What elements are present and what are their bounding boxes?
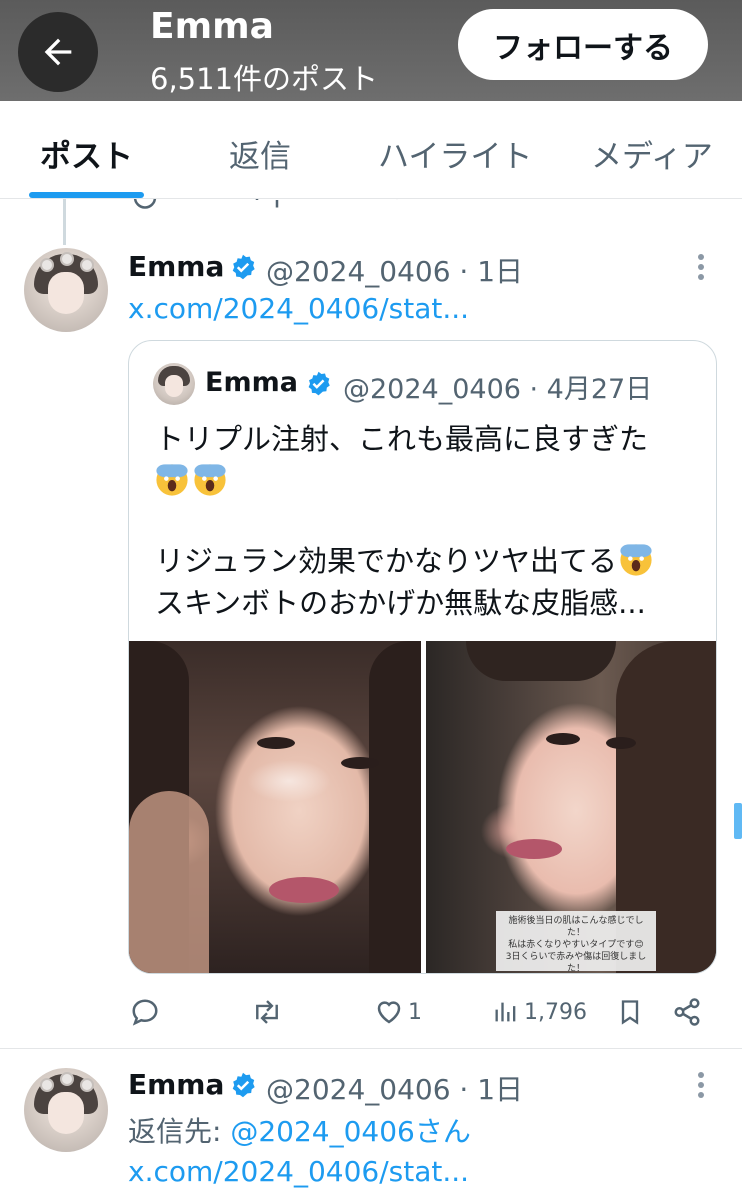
reply-icon [132, 999, 158, 1026]
quoted-handle-time: @2024_0406 · 4月27日 [343, 374, 653, 405]
reply-to-prefix: 返信先: [128, 1115, 231, 1148]
more-icon[interactable] [696, 1070, 706, 1100]
post-count: 6,511件のポスト [150, 62, 379, 96]
reply-to-row: 返信先: @2024_0406さん [128, 1110, 471, 1150]
screaming-face-emoji-icon [156, 464, 188, 496]
quoted-author-name: Emma [205, 367, 298, 398]
tab-replies[interactable]: 返信 [229, 131, 291, 176]
tab-highlights[interactable]: ハイライト [378, 131, 532, 176]
heart-icon [377, 1001, 401, 1024]
quoted-text-line-2-row: リジュラン効果でかなりツヤ出てる [155, 541, 657, 581]
verified-badge-icon [232, 254, 255, 280]
quoted-text-line-3: スキンボトのおかげか無駄な皮脂感... [155, 586, 646, 620]
profile-tabs: ポスト 返信 ハイライト メディア [0, 101, 742, 199]
profile-name: Emma [150, 6, 274, 47]
screaming-face-emoji-icon [620, 544, 652, 576]
profile-header: Emma 6,511件のポスト フォローする [0, 0, 742, 101]
tab-posts[interactable]: ポスト [40, 131, 133, 176]
thread-line [63, 199, 66, 245]
verified-badge-icon [308, 371, 330, 396]
share-icon [674, 998, 700, 1026]
tab-media[interactable]: メディア [591, 131, 713, 176]
scrollbar[interactable] [734, 803, 742, 839]
quoted-post-card[interactable]: Emma @2024_0406 · 4月27日 トリプル注射、これも最高に良すぎ… [128, 340, 717, 974]
view-count: 1,796 [524, 999, 587, 1025]
verified-badge-icon [232, 1072, 255, 1098]
repost-icon [256, 1000, 278, 1024]
like-count: 1 [408, 999, 422, 1025]
post-photo-right[interactable]: 施術後当日の肌はこんな感じでした！ 私は赤くなりやすいタイプです😊 3日くらいで… [426, 641, 716, 973]
author-name[interactable]: Emma [128, 250, 224, 283]
quoted-avatar [153, 363, 195, 405]
reply-to-handle[interactable]: @2024_0406さん [230, 1115, 471, 1148]
photo-caption: 施術後当日の肌はこんな感じでした！ 私は赤くなりやすいタイプです😊 3日くらいで… [496, 911, 656, 973]
screaming-face-emoji-icon [194, 464, 226, 496]
active-tab-indicator [29, 192, 144, 198]
post-divider [0, 1048, 742, 1049]
author-handle-time: @2024_0406 · 1日 [266, 1073, 524, 1106]
quoted-text-line-2: リジュラン効果でかなりツヤ出てる [155, 544, 617, 578]
views-button[interactable]: 1,796 [492, 992, 587, 1032]
repost-button[interactable] [250, 992, 288, 1032]
avatar[interactable] [24, 1068, 108, 1152]
post-link[interactable]: x.com/2024_0406/stat... [128, 1155, 469, 1188]
post-photo-left[interactable] [129, 641, 421, 973]
more-icon[interactable] [696, 252, 706, 282]
quoted-emoji-line [155, 461, 231, 501]
post-actions: 1 1,796 [0, 992, 742, 1032]
author-handle-time: @2024_0406 · 1日 [266, 255, 524, 288]
bookmark-button[interactable] [616, 992, 644, 1032]
author-name[interactable]: Emma [128, 1068, 224, 1101]
like-button[interactable]: 1 [374, 992, 422, 1032]
quoted-text-line-1: トリプル注射、これも最高に良すぎた [155, 422, 649, 456]
avatar[interactable] [24, 248, 108, 332]
back-button[interactable] [18, 12, 98, 92]
reply-button[interactable] [130, 992, 164, 1032]
bookmark-icon [621, 1000, 639, 1025]
views-icon [495, 1002, 516, 1022]
post-link[interactable]: x.com/2024_0406/stat... [128, 292, 469, 325]
arrow-left-icon [44, 38, 72, 66]
share-button[interactable] [672, 992, 702, 1032]
follow-button[interactable]: フォローする [458, 9, 708, 80]
